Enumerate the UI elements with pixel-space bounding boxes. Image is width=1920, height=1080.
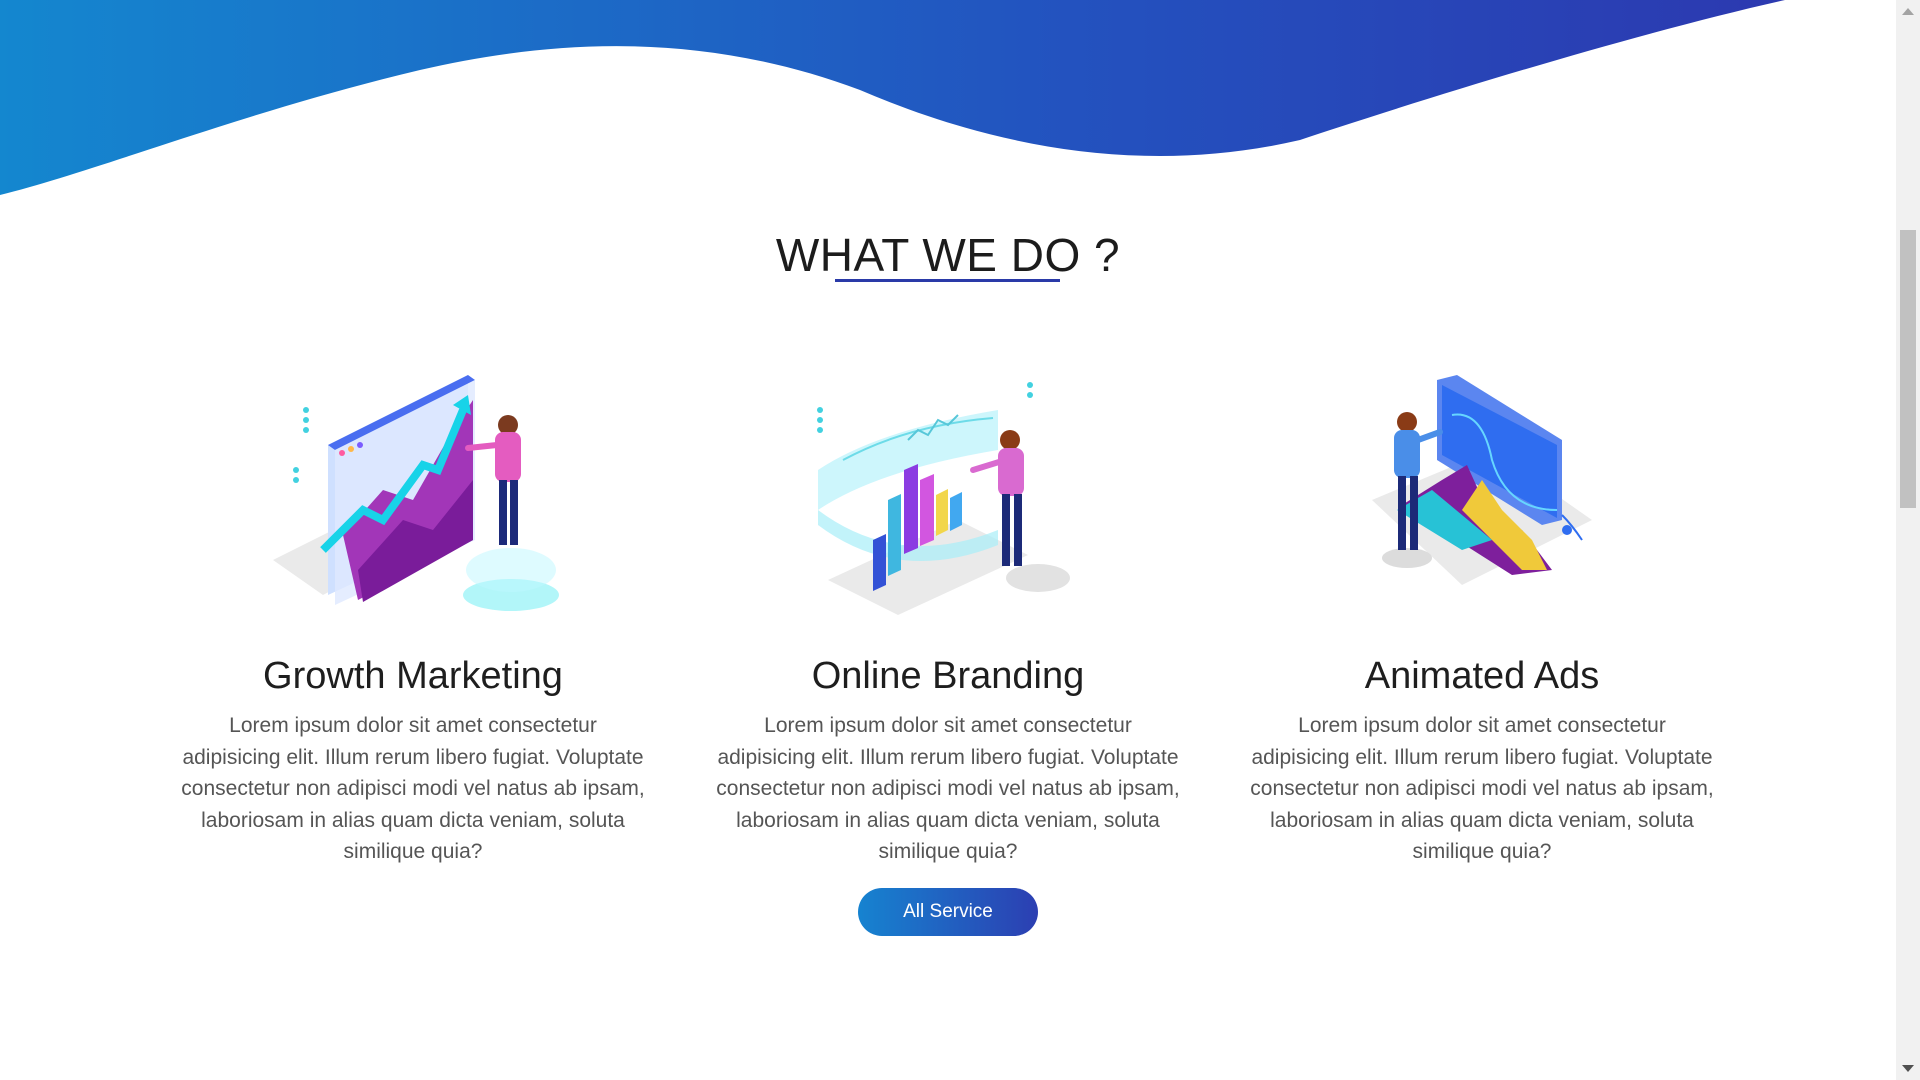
service-description: Lorem ipsum dolor sit amet consectetur a… <box>716 714 1180 863</box>
service-card-growth-marketing: Growth Marketing Lorem ipsum dolor sit a… <box>178 370 648 863</box>
service-description: Lorem ipsum dolor sit amet consectetur a… <box>181 714 645 863</box>
service-title: Growth Marketing <box>263 655 563 697</box>
monitor-analytics-illustration-icon <box>1372 375 1592 585</box>
service-title: Online Branding <box>811 655 1085 697</box>
header-wave <box>0 0 1785 195</box>
service-title: Animated Ads <box>1364 655 1600 697</box>
scroll-down-arrow-icon[interactable] <box>1902 1065 1914 1072</box>
title-underline <box>835 279 1060 282</box>
all-service-button[interactable]: All Service <box>858 888 1038 936</box>
service-card-animated-ads: Animated Ads Lorem ipsum dolor sit amet … <box>1247 370 1717 863</box>
service-card-online-branding: Online Branding Lorem ipsum dolor sit am… <box>713 370 1183 863</box>
vertical-scrollbar[interactable] <box>1896 0 1920 1080</box>
service-description: Lorem ipsum dolor sit amet consectetur a… <box>1250 714 1714 863</box>
section-title: WHAT WE DO ? <box>775 229 1121 281</box>
growth-chart-illustration-icon <box>273 375 559 611</box>
scroll-up-arrow-icon[interactable] <box>1902 8 1914 15</box>
bar-chart-hologram-illustration-icon <box>817 382 1070 615</box>
scrollbar-thumb[interactable] <box>1900 230 1916 508</box>
